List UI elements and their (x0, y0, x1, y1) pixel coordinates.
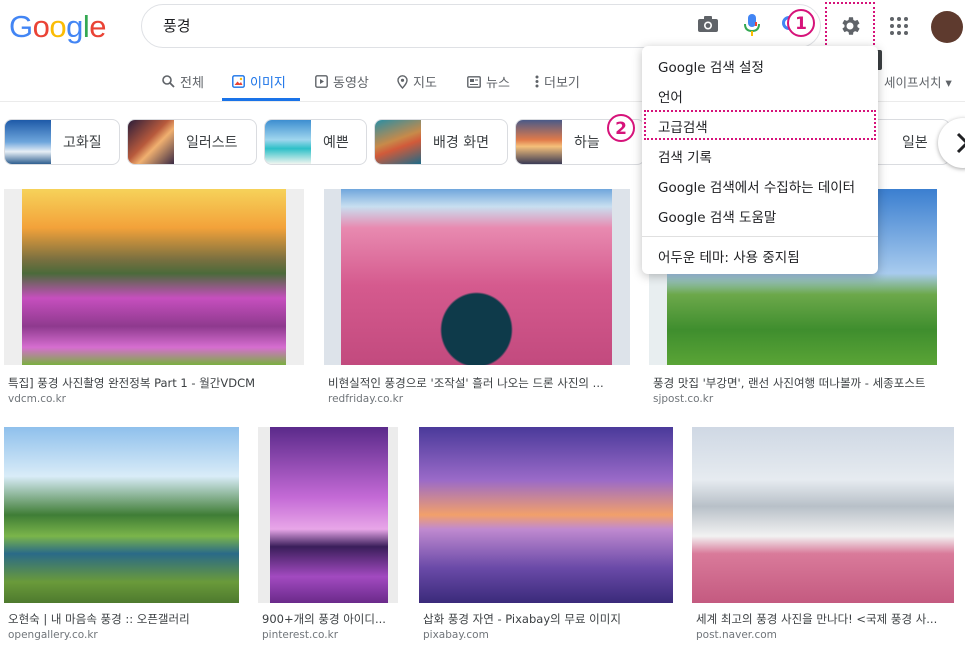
tab-more[interactable]: 더보기 (535, 72, 580, 91)
result-source[interactable]: opengallery.co.kr (8, 629, 98, 641)
logo-letter: g (66, 9, 83, 44)
result-source[interactable]: pinterest.co.kr (262, 629, 338, 641)
chip-pretty[interactable]: 예쁜 (264, 119, 367, 165)
news-icon (467, 75, 481, 88)
chip-thumbnail (128, 120, 174, 164)
safesearch-toggle[interactable]: 세이프서치 ▾ (884, 72, 952, 91)
menu-item-dark-theme[interactable]: 어두운 테마: 사용 중지됨 (658, 246, 800, 266)
chip-label: 고화질 (63, 135, 102, 151)
result-thumbnail[interactable] (4, 427, 239, 603)
search-icon (162, 75, 175, 88)
result-source[interactable]: post.naver.com (696, 629, 777, 641)
tab-images[interactable]: 이미지 (232, 72, 286, 91)
menu-item-help[interactable]: Google 검색 도움말 (658, 206, 776, 226)
annotation-badge-1: 1 (787, 9, 815, 37)
menu-item-data-collected[interactable]: Google 검색에서 수집하는 데이터 (658, 176, 855, 196)
result-title[interactable]: 삽화 풍경 자연 - Pixabay의 무료 이미지 (423, 611, 673, 627)
chip-label: 배경 화면 (433, 135, 489, 151)
tab-label: 전체 (180, 76, 204, 91)
apps-grid-icon[interactable] (889, 16, 909, 36)
chips-next-button[interactable] (938, 118, 965, 168)
result-source[interactable]: redfriday.co.kr (328, 393, 403, 405)
result-thumbnail[interactable] (4, 189, 304, 365)
more-vert-icon (535, 75, 539, 88)
result-title[interactable]: 900+개의 풍경 아이디... (262, 611, 398, 627)
result-title[interactable]: 특집] 풍경 사진촬영 완전정복 Part 1 - 월간VDCM (8, 375, 304, 391)
chip-illustration[interactable]: 일러스트 (127, 119, 257, 165)
result-thumbnail[interactable] (419, 427, 673, 603)
tab-label: 뉴스 (486, 76, 510, 91)
tab-videos[interactable]: 동영상 (315, 72, 369, 91)
result-thumbnail[interactable] (258, 427, 398, 603)
menu-divider (642, 236, 878, 237)
tab-label: 더보기 (544, 76, 580, 91)
chip-thumbnail (516, 120, 562, 164)
image-icon (232, 75, 245, 88)
google-logo[interactable]: Google (9, 9, 107, 45)
chip-label: 일본 (902, 135, 928, 151)
chevron-right-icon (956, 132, 965, 154)
result-title[interactable]: 풍경 맛집 '부강면', 랜선 사진여행 떠나볼까 - 세종포스트 (653, 375, 953, 391)
search-box[interactable] (141, 4, 821, 48)
tab-news[interactable]: 뉴스 (467, 72, 510, 91)
logo-letter: G (9, 9, 33, 44)
chip-thumbnail (5, 120, 51, 164)
result-source[interactable]: pixabay.com (423, 629, 489, 641)
chip-hd[interactable]: 고화질 (4, 119, 120, 165)
result-title[interactable]: 비현실적인 풍경으로 '조작설' 흘러 나오는 드론 사진의 ... (328, 375, 628, 391)
menu-item-search-settings[interactable]: Google 검색 설정 (658, 56, 764, 76)
menu-item-language[interactable]: 언어 (658, 86, 683, 106)
tab-label: 동영상 (333, 76, 369, 91)
chip-wallpaper[interactable]: 배경 화면 (374, 119, 508, 165)
menu-item-advanced-search[interactable]: 고급검색 (658, 116, 708, 136)
result-source[interactable]: sjpost.co.kr (653, 393, 713, 405)
tab-maps[interactable]: 지도 (397, 72, 437, 91)
chip-label: 예쁜 (323, 135, 349, 151)
chip-label: 일러스트 (186, 135, 238, 151)
avatar[interactable] (931, 11, 963, 43)
video-icon (315, 75, 328, 88)
search-input[interactable]: 풍경 (163, 15, 191, 36)
chip-thumbnail (375, 120, 421, 164)
tab-label: 지도 (413, 76, 437, 91)
chip-label: 하늘 (574, 135, 600, 151)
menu-item-search-history[interactable]: 검색 기록 (658, 146, 712, 166)
tab-all[interactable]: 전체 (162, 72, 204, 91)
result-title[interactable]: 세계 최고의 풍경 사진을 만나다! <국제 풍경 사... (696, 611, 954, 627)
tab-label: 이미지 (250, 76, 286, 91)
result-title[interactable]: 오현숙 | 내 마음속 풍경 :: 오픈갤러리 (8, 611, 244, 627)
logo-letter: o (32, 9, 50, 44)
result-thumbnail[interactable] (324, 189, 630, 365)
result-source[interactable]: vdcm.co.kr (8, 393, 66, 405)
logo-letter: o (49, 9, 67, 44)
chip-thumbnail (265, 120, 311, 164)
gear-icon[interactable] (838, 14, 862, 38)
microphone-icon[interactable] (744, 14, 760, 36)
annotation-badge-2: 2 (607, 114, 635, 142)
logo-letter: e (89, 9, 107, 44)
map-pin-icon (397, 74, 408, 89)
camera-icon[interactable] (698, 16, 718, 32)
result-thumbnail[interactable] (692, 427, 954, 603)
